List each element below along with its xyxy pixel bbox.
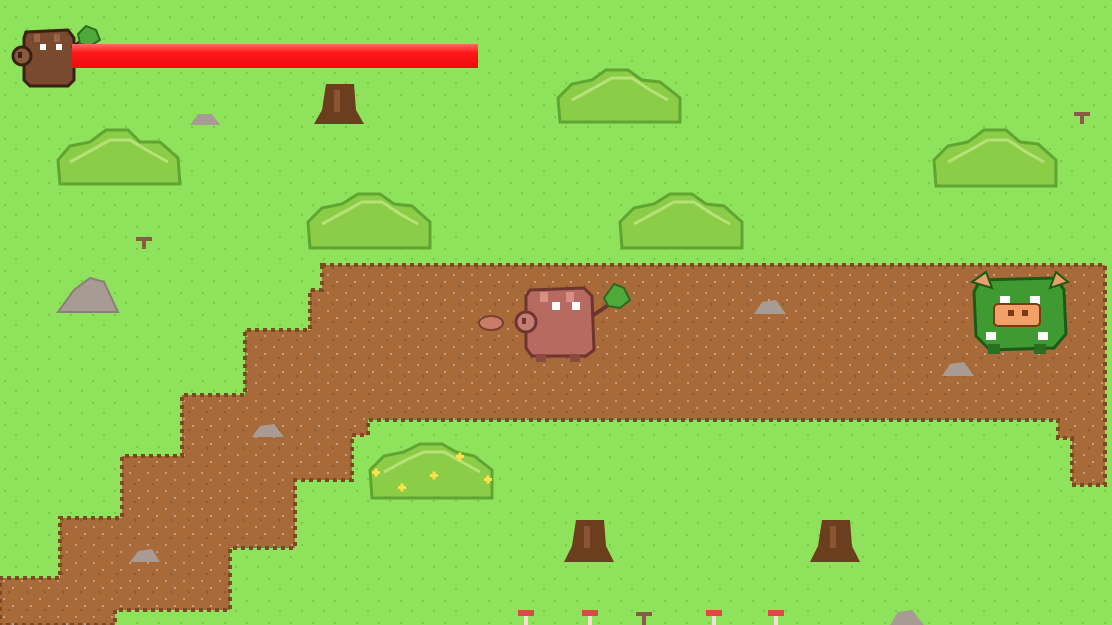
health-bar-fill bbox=[72, 44, 478, 68]
game-scene bbox=[0, 0, 1112, 625]
hud bbox=[10, 24, 490, 90]
seed-projectile bbox=[478, 315, 504, 331]
health-bar bbox=[72, 44, 478, 68]
green-boar-enemy[interactable] bbox=[969, 270, 1071, 354]
